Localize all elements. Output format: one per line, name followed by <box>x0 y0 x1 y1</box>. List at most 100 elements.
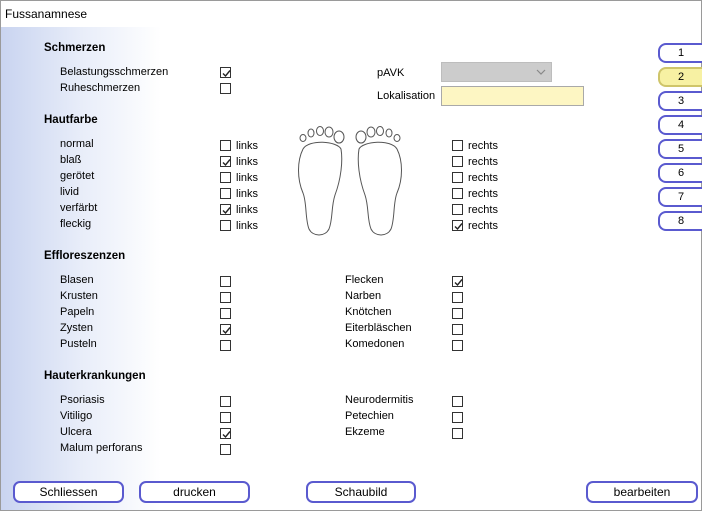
tab-3-label: 3 <box>677 95 685 107</box>
checkbox-knoetchen[interactable] <box>452 308 463 319</box>
checkbox-blass-links[interactable] <box>220 156 231 167</box>
links-label-geroetet: links <box>236 172 259 184</box>
checkbox-normal-rechts[interactable] <box>452 140 463 151</box>
checkbox-verfaerbt-links[interactable] <box>220 204 231 215</box>
label-blass: blaß <box>60 154 82 166</box>
checkbox-belastungsschmerzen[interactable] <box>220 67 231 78</box>
label-ekzeme: Ekzeme <box>345 426 385 438</box>
tab-2-label: 2 <box>677 71 685 83</box>
label-papeln: Papeln <box>60 306 95 318</box>
tab-1-label: 1 <box>677 47 685 59</box>
feet-outline-icon <box>298 126 402 236</box>
tab-4[interactable]: 4 <box>658 115 702 135</box>
check-icon <box>222 327 231 335</box>
chevron-down-icon <box>536 69 546 75</box>
checkbox-narben[interactable] <box>452 292 463 303</box>
label-petechien: Petechien <box>345 410 394 422</box>
rechts-label-geroetet: rechts <box>468 172 498 184</box>
tab-5[interactable]: 5 <box>658 139 702 159</box>
check-icon <box>454 279 463 287</box>
label-malum-perforans: Malum perforans <box>60 442 143 454</box>
checkbox-blasen[interactable] <box>220 276 231 287</box>
window-title: Fussanamnese <box>5 7 88 21</box>
checkbox-neurodermitis[interactable] <box>452 396 463 407</box>
checkbox-geroetet-rechts[interactable] <box>452 172 463 183</box>
section-heading-effloreszenzen: Effloreszenzen <box>44 250 126 262</box>
tab-7[interactable]: 7 <box>658 187 702 207</box>
label-pavk: pAVK <box>377 67 405 79</box>
checkbox-malum-perforans[interactable] <box>220 444 231 455</box>
check-icon <box>222 431 231 439</box>
checkbox-pusteln[interactable] <box>220 340 231 351</box>
form-content: Schmerzen Belastungsschmerzen Ruheschmer… <box>1 27 701 510</box>
rechts-label-livid: rechts <box>468 188 498 200</box>
label-lokalisation: Lokalisation <box>377 90 436 102</box>
checkbox-zysten[interactable] <box>220 324 231 335</box>
checkbox-vitiligo[interactable] <box>220 412 231 423</box>
section-heading-schmerzen: Schmerzen <box>44 42 106 54</box>
tab-4-label: 4 <box>677 119 685 131</box>
links-label-normal: links <box>236 140 259 152</box>
tab-3[interactable]: 3 <box>658 91 702 111</box>
tab-8[interactable]: 8 <box>658 211 702 231</box>
check-icon <box>454 223 463 231</box>
label-krusten: Krusten <box>60 290 98 302</box>
schaubild-button[interactable]: Schaubild <box>306 481 416 503</box>
bearbeiten-button[interactable]: bearbeiten <box>586 481 698 503</box>
checkbox-psoriasis[interactable] <box>220 396 231 407</box>
label-narben: Narben <box>345 290 382 302</box>
section-heading-hautfarbe: Hautfarbe <box>44 114 98 126</box>
label-psoriasis: Psoriasis <box>60 394 105 406</box>
checkbox-blass-rechts[interactable] <box>452 156 463 167</box>
check-icon <box>222 159 231 167</box>
label-knoetchen: Knötchen <box>345 306 392 318</box>
tab-6-label: 6 <box>677 167 685 179</box>
rechts-label-blass: rechts <box>468 156 498 168</box>
check-icon <box>222 70 231 78</box>
tab-7-label: 7 <box>677 191 685 203</box>
label-flecken: Flecken <box>345 274 384 286</box>
checkbox-komedonen[interactable] <box>452 340 463 351</box>
tab-5-label: 5 <box>677 143 685 155</box>
checkbox-ulcera[interactable] <box>220 428 231 439</box>
checkbox-eiterblaeschen[interactable] <box>452 324 463 335</box>
checkbox-papeln[interactable] <box>220 308 231 319</box>
label-fleckig: fleckig <box>60 218 92 230</box>
label-ruheschmerzen: Ruheschmerzen <box>60 82 141 94</box>
checkbox-fleckig-links[interactable] <box>220 220 231 231</box>
checkbox-livid-links[interactable] <box>220 188 231 199</box>
label-zysten: Zysten <box>60 322 94 334</box>
lokalisation-field[interactable] <box>441 86 584 106</box>
checkbox-geroetet-links[interactable] <box>220 172 231 183</box>
check-icon <box>222 207 231 215</box>
tab-2[interactable]: 2 <box>658 67 702 87</box>
label-komedonen: Komedonen <box>345 338 405 350</box>
checkbox-flecken[interactable] <box>452 276 463 287</box>
label-neurodermitis: Neurodermitis <box>345 394 414 406</box>
checkbox-normal-links[interactable] <box>220 140 231 151</box>
links-label-livid: links <box>236 188 259 200</box>
pavk-select[interactable] <box>441 62 552 82</box>
label-verfaerbt: verfärbt <box>60 202 98 214</box>
schliessen-button[interactable]: Schliessen <box>13 481 124 503</box>
checkbox-petechien[interactable] <box>452 412 463 423</box>
label-livid: livid <box>60 186 79 198</box>
tab-1[interactable]: 1 <box>658 43 702 63</box>
label-geroetet: gerötet <box>60 170 95 182</box>
title-bar: Fussanamnese <box>1 1 701 27</box>
tab-6[interactable]: 6 <box>658 163 702 183</box>
rechts-label-fleckig: rechts <box>468 220 498 232</box>
checkbox-verfaerbt-rechts[interactable] <box>452 204 463 215</box>
rechts-label-verfaerbt: rechts <box>468 204 498 216</box>
checkbox-livid-rechts[interactable] <box>452 188 463 199</box>
drucken-button[interactable]: drucken <box>139 481 250 503</box>
checkbox-ekzeme[interactable] <box>452 428 463 439</box>
checkbox-krusten[interactable] <box>220 292 231 303</box>
label-pusteln: Pusteln <box>60 338 97 350</box>
checkbox-ruheschmerzen[interactable] <box>220 83 231 94</box>
label-blasen: Blasen <box>60 274 94 286</box>
rechts-label-normal: rechts <box>468 140 498 152</box>
label-belastungsschmerzen: Belastungsschmerzen <box>60 66 169 78</box>
fussanamnese-window: Fussanamnese Schmerzen Belastungsschmerz… <box>0 0 702 511</box>
checkbox-fleckig-rechts[interactable] <box>452 220 463 231</box>
